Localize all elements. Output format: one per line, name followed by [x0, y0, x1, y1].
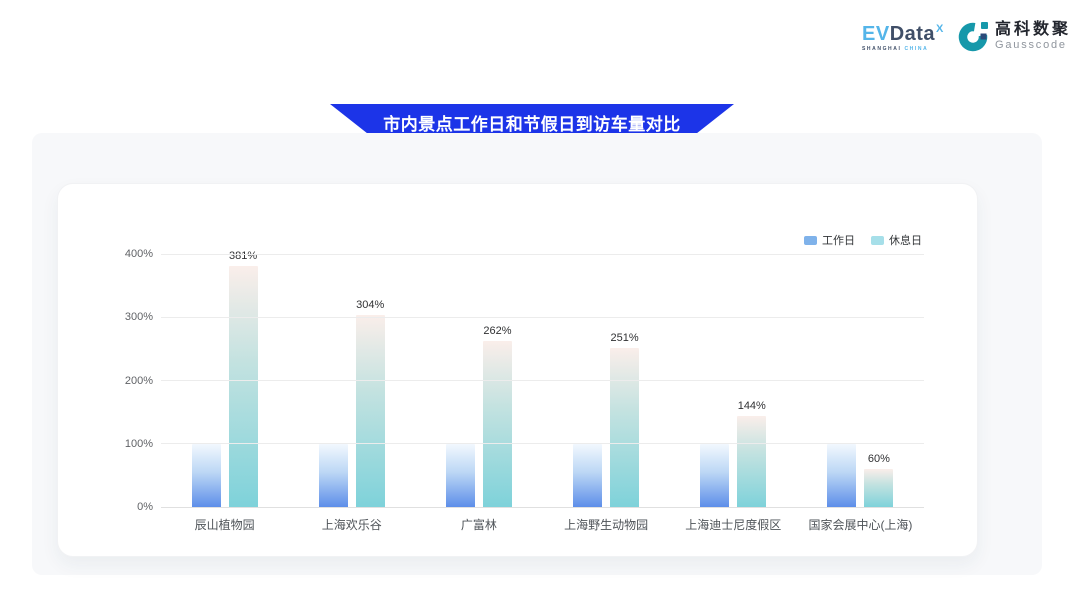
x-axis-category-label: 上海欢乐谷	[322, 516, 382, 533]
bar-workday[interactable]	[192, 444, 221, 507]
plot-area: 0%100%200%300%400% 381%辰山植物园304%上海欢乐谷262…	[161, 254, 924, 507]
bar-value-label: 304%	[356, 299, 384, 311]
page: EVDataX SHANGHAICHINA 高科数聚 Gausscode 市内景…	[0, 0, 1080, 608]
evdata-logo: EVDataX SHANGHAICHINA	[862, 24, 944, 52]
bar-restday[interactable]: 60%	[864, 469, 893, 507]
evdata-wordmark: EVDataX	[862, 24, 944, 44]
y-axis: 0%100%200%300%400%	[99, 254, 153, 507]
x-axis-category-label: 上海迪士尼度假区	[685, 516, 781, 533]
gausscode-name-cn: 高科数聚	[995, 21, 1071, 39]
legend-label-restday: 休息日	[889, 232, 922, 248]
bar-restday[interactable]: 251%	[610, 348, 639, 507]
x-axis-line	[161, 507, 924, 508]
bar-restday[interactable]: 144%	[737, 416, 766, 507]
legend-marker-restday-icon	[871, 236, 884, 245]
legend-item-workday[interactable]: 工作日	[804, 232, 855, 248]
evdata-wordmark-ev: EV	[862, 23, 890, 45]
evdata-wordmark-data: Data	[890, 23, 935, 45]
chart-legend: 工作日 休息日	[804, 232, 922, 248]
bar-value-label: 381%	[229, 250, 257, 262]
x-axis-category-label: 辰山植物园	[195, 516, 255, 533]
gridline	[161, 254, 924, 255]
gridline	[161, 443, 924, 444]
y-axis-tick-label: 100%	[125, 438, 153, 450]
gausscode-logo: 高科数聚 Gausscode	[958, 20, 1071, 52]
bar-restday[interactable]: 262%	[483, 341, 512, 507]
y-axis-tick-label: 400%	[125, 248, 153, 260]
chart-card: 工作日 休息日 0%100%200%300%400% 381%辰山植物园304%…	[57, 183, 978, 557]
bar-value-label: 60%	[868, 453, 890, 465]
bar-value-label: 251%	[611, 332, 639, 344]
bar-value-label: 144%	[738, 400, 766, 412]
bar-value-label: 262%	[483, 325, 511, 337]
legend-item-restday[interactable]: 休息日	[871, 232, 922, 248]
gausscode-name-en: Gausscode	[995, 39, 1071, 51]
bar-workday[interactable]	[319, 444, 348, 507]
y-axis-tick-label: 0%	[137, 501, 153, 513]
bar-workday[interactable]	[573, 444, 602, 507]
bar-workday[interactable]	[827, 444, 856, 507]
evdata-subtitle: SHANGHAICHINA	[862, 47, 944, 52]
y-axis-tick-label: 200%	[125, 375, 153, 387]
evdata-wordmark-x: X	[936, 23, 944, 35]
gausscode-mark-icon	[958, 20, 990, 52]
legend-label-workday: 工作日	[822, 232, 855, 248]
gridline	[161, 317, 924, 318]
y-axis-tick-label: 300%	[125, 311, 153, 323]
legend-marker-workday-icon	[804, 236, 817, 245]
x-axis-category-label: 上海野生动物园	[564, 516, 648, 533]
bar-workday[interactable]	[446, 444, 475, 507]
bar-restday[interactable]: 304%	[356, 315, 385, 507]
bar-restday[interactable]: 381%	[229, 266, 258, 507]
gridline	[161, 380, 924, 381]
page-title: 市内景点工作日和节假日到访车量对比	[383, 110, 681, 135]
x-axis-category-label: 国家会展中心(上海)	[808, 516, 912, 533]
x-axis-category-label: 广富林	[461, 516, 497, 533]
gausscode-text: 高科数聚 Gausscode	[995, 21, 1071, 51]
bar-workday[interactable]	[700, 444, 729, 507]
